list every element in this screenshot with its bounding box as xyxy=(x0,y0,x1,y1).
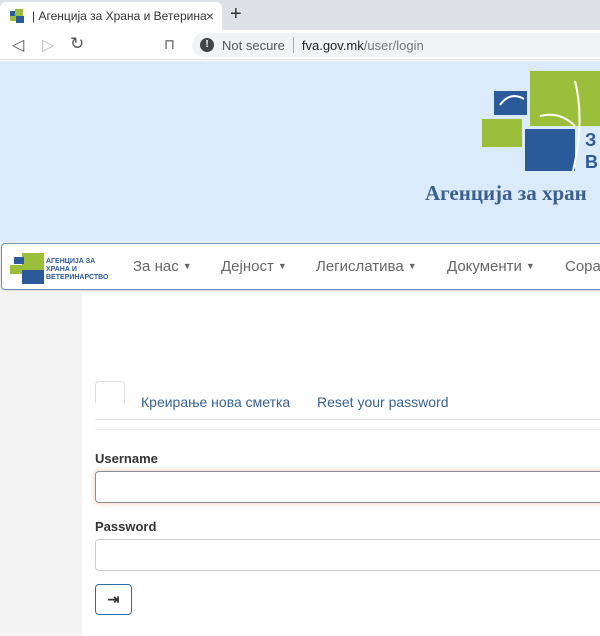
close-tab-icon[interactable]: × xyxy=(206,8,214,24)
svg-text:З: З xyxy=(585,130,596,150)
main-navbar: АГЕНЦИЈА ЗА ХРАНА И ВЕТЕРИНАРСТВО За нас… xyxy=(1,243,600,290)
divider xyxy=(95,419,600,420)
username-label: Username xyxy=(95,451,158,466)
nav-item-legislation[interactable]: Легислатива ▼ xyxy=(316,258,417,275)
browser-tab-bar: | Агенција за Храна и Ветерина × + xyxy=(0,0,600,30)
site-banner: З В Агенција за хран xyxy=(0,61,600,242)
nav-label: За нас xyxy=(133,258,179,275)
left-sidebar xyxy=(0,291,82,636)
nav-label: Легислатива xyxy=(316,258,404,275)
url: fva.gov.mk/user/login xyxy=(302,38,424,53)
nav-item-activity[interactable]: Дејност ▼ xyxy=(221,258,287,275)
navbar-logo[interactable]: АГЕНЦИЈА ЗА ХРАНА И ВЕТЕРИНАРСТВО xyxy=(10,251,110,285)
nav-item-cooperation[interactable]: Сора xyxy=(565,258,600,275)
nav-label: Документи xyxy=(447,258,522,275)
sign-in-icon: ⇥ xyxy=(107,591,120,607)
svg-text:В: В xyxy=(585,152,598,171)
caret-down-icon: ▼ xyxy=(277,261,287,271)
reset-password-link[interactable]: Reset your password xyxy=(317,394,449,410)
login-submit-button[interactable]: ⇥ xyxy=(95,584,132,615)
back-icon[interactable]: ◁ xyxy=(12,35,24,55)
info-icon[interactable]: ! xyxy=(200,38,214,52)
new-tab-icon[interactable]: + xyxy=(230,3,242,26)
banner-title: Агенција за хран xyxy=(425,181,587,205)
address-bar[interactable]: ! Not secure fva.gov.mk/user/login xyxy=(192,33,600,57)
reload-icon[interactable]: ↻ xyxy=(70,34,84,54)
forward-icon[interactable]: ▷ xyxy=(42,35,54,55)
password-label: Password xyxy=(95,519,157,534)
login-tab[interactable] xyxy=(95,381,125,403)
caret-down-icon: ▼ xyxy=(525,261,535,271)
tab-title: | Агенција за Храна и Ветерина xyxy=(32,9,207,23)
not-secure-label: Not secure xyxy=(222,37,285,53)
url-path: /user/login xyxy=(363,37,424,53)
nav-item-documents[interactable]: Документи ▼ xyxy=(447,258,535,275)
nav-label: Дејност xyxy=(221,258,274,275)
caret-down-icon: ▼ xyxy=(182,261,192,271)
caret-down-icon: ▼ xyxy=(407,261,417,271)
browser-tab[interactable]: | Агенција за Храна и Ветерина × xyxy=(0,2,222,30)
agency-logo: З В xyxy=(482,71,600,171)
bookmark-icon[interactable]: ⊓ xyxy=(164,36,175,53)
divider xyxy=(95,429,600,430)
username-input[interactable] xyxy=(95,471,600,503)
nav-item-about[interactable]: За нас ▼ xyxy=(133,258,192,275)
divider xyxy=(292,37,294,53)
password-input[interactable] xyxy=(95,539,600,571)
nav-label: Сора xyxy=(565,258,600,275)
favicon-icon xyxy=(10,9,26,23)
create-account-link[interactable]: Креирање нова сметка xyxy=(141,394,290,410)
url-domain: fva.gov.mk xyxy=(301,37,364,53)
browser-toolbar: ◁ ▷ ↻ ⊓ ! Not secure fva.gov.mk/user/log… xyxy=(0,30,600,60)
logo-icon xyxy=(10,253,44,284)
logo-text: АГЕНЦИЈА ЗА ХРАНА И ВЕТЕРИНАРСТВО xyxy=(46,258,109,281)
